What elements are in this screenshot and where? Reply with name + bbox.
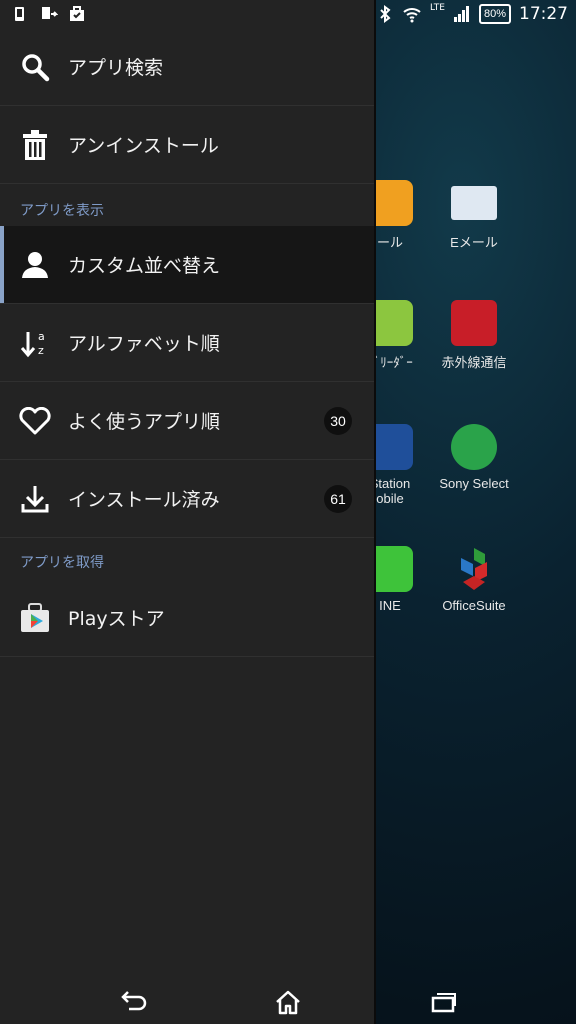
trash-icon xyxy=(18,128,52,162)
drawer-shadow-edge xyxy=(374,0,376,1024)
transfer-notification-icon xyxy=(42,7,58,19)
menu-item-label: よく使うアプリ順 xyxy=(68,411,221,433)
app-label: INE xyxy=(379,598,401,613)
svg-text:a: a xyxy=(38,330,45,343)
bluetooth-off-icon xyxy=(380,5,391,23)
menu-item-label: インストール済み xyxy=(68,489,220,511)
heart-icon xyxy=(18,404,52,438)
app-drawer-menu: アプリ検索 アンインストール アプリを表示 カスタム並べ替え az アルファベッ… xyxy=(0,0,374,1024)
wifi-icon xyxy=(403,8,421,23)
email-icon xyxy=(451,186,497,220)
back-button[interactable] xyxy=(117,988,151,1016)
app-label: Eメール xyxy=(450,235,498,250)
battery-indicator: 80% xyxy=(478,4,511,24)
menu-item-most-used[interactable]: よく使うアプリ順 30 xyxy=(0,382,374,460)
app-label: Sony Select xyxy=(439,476,509,491)
app-label: ール xyxy=(376,235,403,250)
status-bar: LTE 80% 17:27 xyxy=(0,0,576,30)
network-type: LTE xyxy=(430,3,445,13)
app-label: OfficeSuite xyxy=(442,598,506,613)
clock: 17:27 xyxy=(519,4,568,24)
home-button[interactable] xyxy=(271,988,305,1016)
menu-item-label: Playストア xyxy=(68,608,165,630)
sony-select-icon xyxy=(451,424,497,470)
home-icon xyxy=(276,990,300,1015)
menu-item-play-store[interactable]: Playストア xyxy=(0,579,374,657)
search-icon xyxy=(18,50,52,84)
svg-text:z: z xyxy=(38,344,44,357)
count-badge: 61 xyxy=(324,484,352,513)
menu-item-installed[interactable]: インストール済み 61 xyxy=(0,460,374,538)
menu-item-alphabetical[interactable]: az アルファベット順 xyxy=(0,304,374,382)
menu-item-label: アルファベット順 xyxy=(68,333,220,355)
officesuite-icon xyxy=(451,546,497,592)
app-sony-select[interactable]: Sony Select xyxy=(414,424,534,491)
back-icon xyxy=(121,991,147,1011)
briefcase-notification-icon xyxy=(70,6,84,21)
menu-item-label: アプリ検索 xyxy=(68,57,164,79)
recent-apps-icon xyxy=(431,993,456,1013)
signal-icon xyxy=(453,6,469,22)
play-store-icon xyxy=(18,601,52,635)
phone-notification-icon xyxy=(15,7,24,21)
menu-item-uninstall[interactable]: アンインストール xyxy=(0,106,374,184)
menu-item-custom-sort[interactable]: カスタム並べ替え xyxy=(0,226,374,304)
menu-item-app-search[interactable]: アプリ検索 xyxy=(0,28,374,106)
person-icon xyxy=(18,248,52,282)
section-header-get-apps: アプリを取得 xyxy=(20,555,104,571)
app-officesuite[interactable]: OfficeSuite xyxy=(414,546,534,613)
app-email[interactable]: Eメール xyxy=(414,180,534,251)
app-label: 赤外線通信 xyxy=(441,355,507,370)
recent-apps-button[interactable] xyxy=(426,988,460,1016)
menu-item-label: カスタム並べ替え xyxy=(68,255,221,277)
menu-item-label: アンインストール xyxy=(68,135,219,157)
section-header-view-apps: アプリを表示 xyxy=(20,203,104,219)
count-badge: 30 xyxy=(324,406,352,435)
app-infrared[interactable]: 赤外線通信 xyxy=(414,300,534,371)
navigation-bar xyxy=(0,980,576,1024)
download-icon xyxy=(18,482,52,516)
infrared-icon xyxy=(451,300,497,346)
sort-az-icon: az xyxy=(18,326,52,360)
